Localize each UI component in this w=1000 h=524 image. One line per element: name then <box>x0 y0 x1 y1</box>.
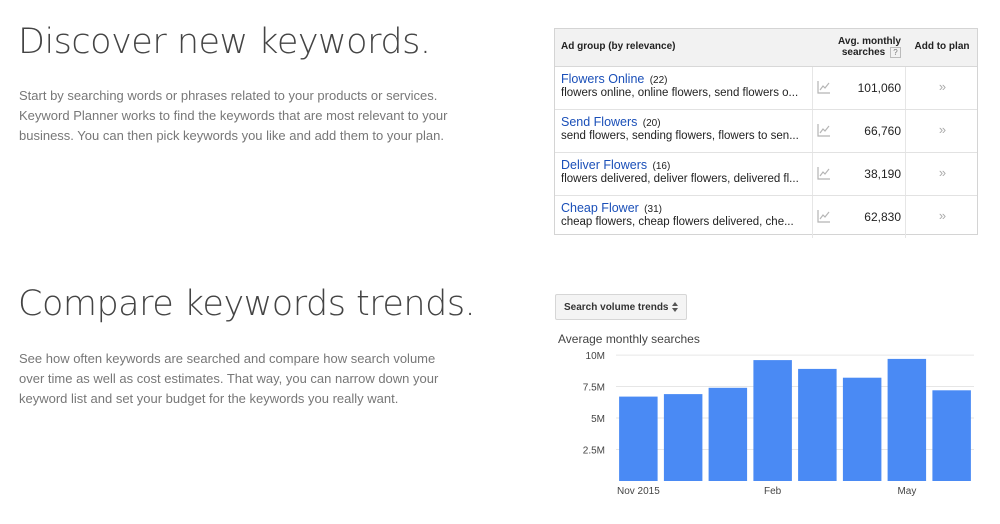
chart-bar[interactable] <box>887 358 927 481</box>
average-monthly-searches-chart: Average monthly searches 2.5M 5M 7.5M 10M No… <box>558 332 974 497</box>
chart-bar[interactable] <box>842 377 882 481</box>
chart-bar[interactable] <box>798 368 837 481</box>
y-tick-label: 7.5M <box>583 383 605 394</box>
x-tick-label: Feb <box>764 486 782 497</box>
chart-title: Average monthly searches <box>558 332 700 346</box>
chart-bar[interactable] <box>663 394 703 481</box>
chart-bar[interactable] <box>619 396 658 481</box>
x-tick-label: Nov 2015 <box>617 486 660 497</box>
chart-bar[interactable] <box>753 360 792 481</box>
y-tick-label: 2.5M <box>583 446 605 457</box>
chart-bar[interactable] <box>708 387 748 481</box>
x-tick-label: May <box>897 486 916 497</box>
chart-bar[interactable] <box>932 390 971 481</box>
y-tick-label: 5M <box>591 414 605 425</box>
y-tick-label: 10M <box>586 351 605 362</box>
